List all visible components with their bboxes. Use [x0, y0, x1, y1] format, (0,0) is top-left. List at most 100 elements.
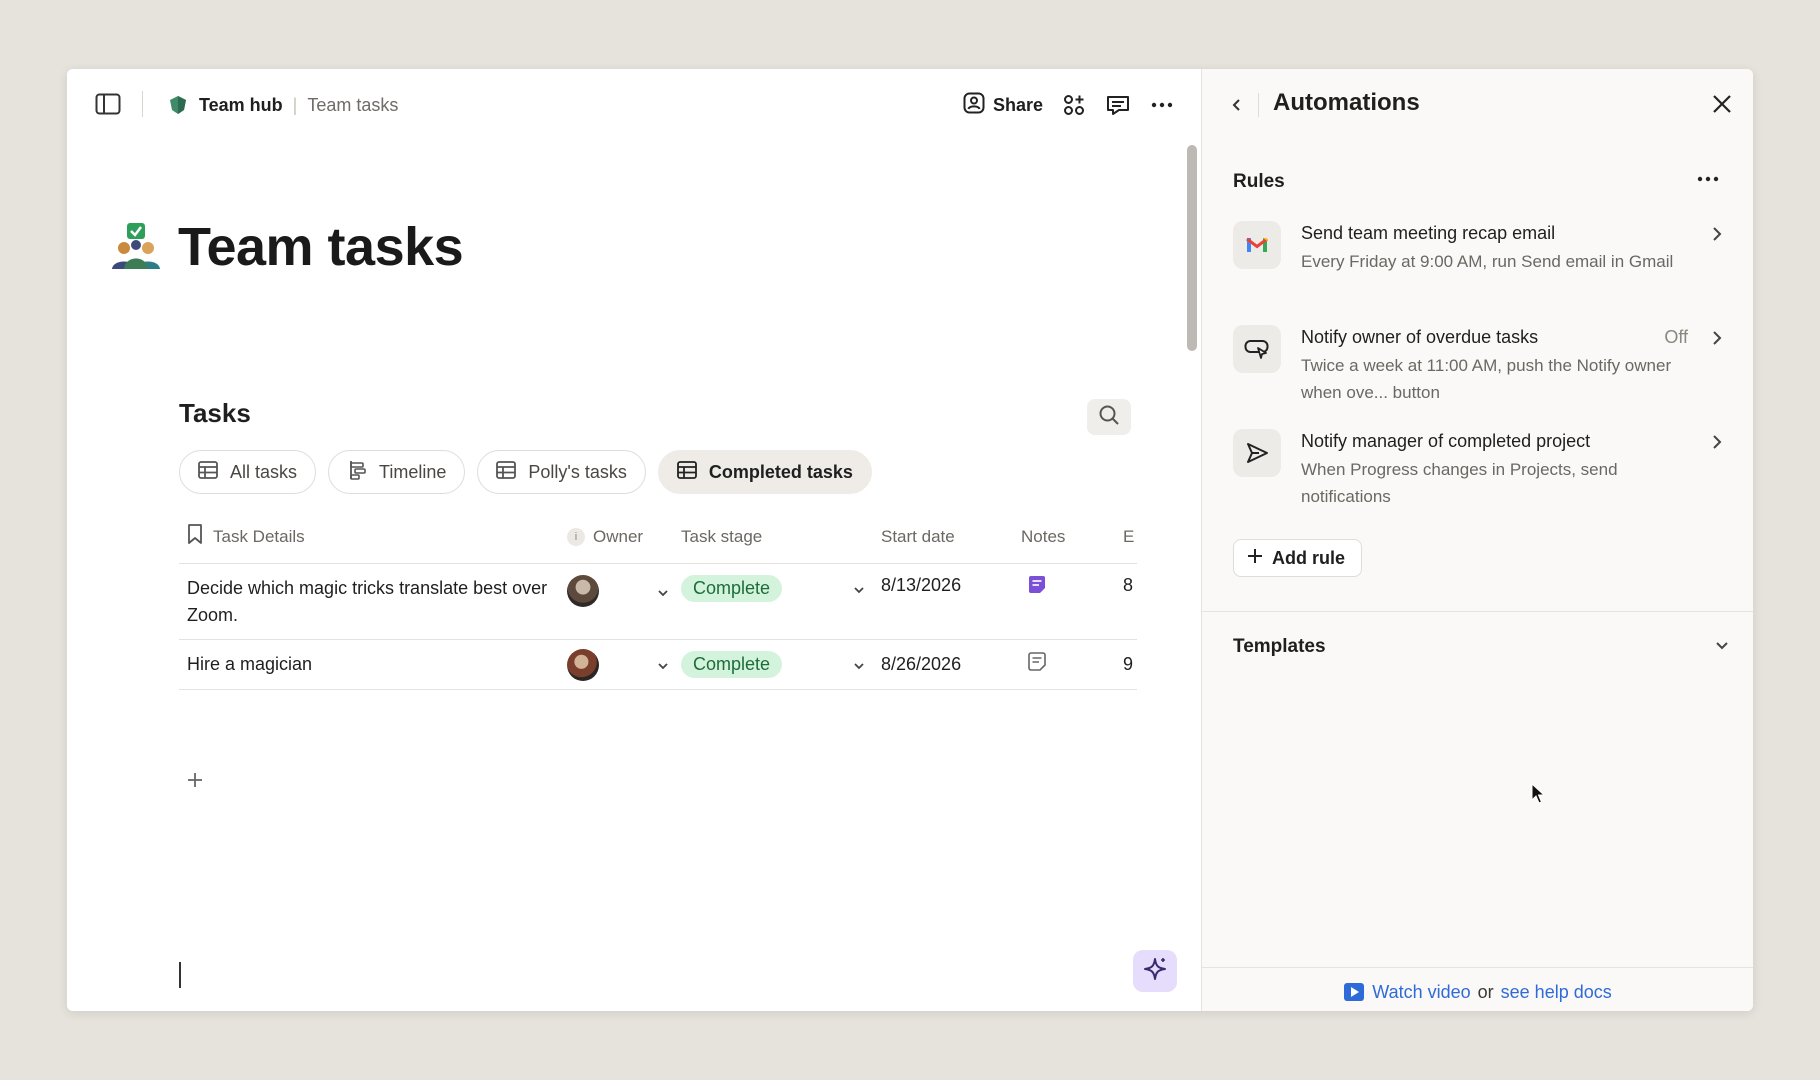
footer-or-text: or: [1477, 981, 1494, 1002]
sparkle-icon: [1142, 956, 1168, 987]
avatar: [567, 575, 599, 607]
add-rule-label: Add rule: [1272, 547, 1346, 568]
ai-assistant-button[interactable]: [1133, 950, 1177, 992]
rule-item[interactable]: Send team meeting recap email Every Frid…: [1233, 221, 1730, 275]
video-play-icon: [1343, 982, 1365, 1002]
table-icon: [496, 460, 517, 484]
chevron-down-icon[interactable]: [657, 654, 669, 675]
plus-icon: [1246, 547, 1264, 570]
rule-item[interactable]: Notify manager of completed project When…: [1233, 429, 1730, 510]
table-header: Task Details i Owner Task stage Start da…: [179, 510, 1137, 564]
status-badge: Complete: [681, 575, 783, 602]
topbar-divider: [142, 91, 143, 117]
breadcrumb-page[interactable]: Team tasks: [307, 95, 398, 116]
e-cell[interactable]: 8: [1123, 575, 1137, 596]
owner-cell[interactable]: [567, 648, 681, 681]
top-bar: Team hub | Team tasks Share: [67, 69, 1201, 141]
comments-icon[interactable]: [1105, 92, 1131, 118]
close-icon[interactable]: [1709, 91, 1735, 117]
share-label: Share: [992, 94, 1043, 115]
column-label: Notes: [1021, 526, 1066, 546]
watch-video-link[interactable]: Watch video: [1372, 982, 1470, 1003]
rule-status-badge: Off: [1664, 327, 1688, 347]
tab-timeline[interactable]: Timeline: [328, 450, 466, 494]
column-header-e[interactable]: E: [1123, 527, 1137, 547]
help-docs-link[interactable]: see help docs: [1501, 982, 1612, 1003]
tasks-table: Task Details i Owner Task stage Start da…: [179, 510, 1137, 690]
page-header: Team tasks: [110, 216, 464, 278]
top-actions: Share: [963, 87, 1175, 123]
gmail-icon: [1233, 221, 1281, 269]
owner-cell[interactable]: [567, 575, 681, 607]
add-row-plus-icon[interactable]: [185, 770, 205, 790]
avatar: [567, 648, 599, 681]
task-stage-cell[interactable]: Complete: [681, 575, 881, 602]
tab-label: Timeline: [379, 461, 447, 482]
header-divider: [1258, 93, 1259, 117]
tab-pollys-tasks[interactable]: Polly's tasks: [477, 450, 646, 494]
timeline-icon: [347, 460, 367, 485]
chevron-down-icon: [1714, 638, 1730, 656]
task-details-cell[interactable]: Decide which magic tricks translate best…: [179, 575, 567, 629]
info-icon: i: [567, 527, 585, 546]
share-person-icon: [963, 92, 985, 119]
breadcrumb-hub[interactable]: Team hub: [199, 95, 283, 116]
start-date-cell[interactable]: 8/13/2026: [881, 575, 1021, 596]
rule-title: Send team meeting recap email: [1301, 223, 1556, 243]
section-divider: [1202, 611, 1753, 612]
column-header-start-date[interactable]: Start date: [881, 527, 1021, 547]
breadcrumb-divider: |: [292, 94, 298, 115]
chevron-down-icon[interactable]: [657, 581, 669, 602]
table-row[interactable]: Hire a magician Complete 8/26/2026 9: [179, 640, 1137, 690]
notes-empty-icon[interactable]: [1027, 652, 1047, 676]
team-emoji-icon: [110, 221, 162, 273]
chevron-right-icon[interactable]: [1708, 329, 1726, 347]
rule-body: Notify manager of completed project When…: [1301, 429, 1681, 510]
table-row[interactable]: Decide which magic tricks translate best…: [179, 564, 1137, 640]
rule-body: Notify owner of overdue tasks Twice a we…: [1301, 325, 1681, 406]
chevron-left-icon[interactable]: [1226, 93, 1248, 117]
scrollbar[interactable]: [1187, 145, 1197, 351]
more-options-icon[interactable]: [1149, 92, 1175, 118]
e-cell[interactable]: 9: [1123, 654, 1137, 675]
tab-completed-tasks[interactable]: Completed tasks: [657, 450, 872, 494]
table-icon: [198, 460, 218, 484]
table-search-button[interactable]: [1087, 399, 1131, 435]
panel-header: Automations: [1202, 69, 1753, 141]
chevron-down-icon[interactable]: [853, 578, 865, 599]
rules-heading: Rules: [1233, 171, 1285, 192]
share-button[interactable]: Share: [963, 92, 1043, 119]
chevron-right-icon[interactable]: [1708, 225, 1726, 243]
task-stage-cell[interactable]: Complete: [681, 651, 881, 678]
table-icon: [676, 460, 697, 484]
rule-title: Notify manager of completed project: [1301, 431, 1591, 451]
column-label: Start date: [881, 526, 955, 546]
rules-more-icon[interactable]: [1697, 169, 1723, 189]
send-icon: [1233, 429, 1281, 477]
notes-filled-icon[interactable]: [1027, 576, 1047, 599]
rule-description: Every Friday at 9:00 AM, run Send email …: [1301, 252, 1674, 271]
add-rule-button[interactable]: Add rule: [1233, 539, 1363, 577]
column-header-task-stage[interactable]: Task stage: [681, 527, 881, 547]
column-label: Task stage: [681, 526, 763, 546]
task-details-cell[interactable]: Hire a magician: [179, 651, 567, 678]
page-title: Team tasks: [178, 217, 464, 277]
notes-cell[interactable]: [1021, 652, 1123, 677]
column-label: E: [1123, 526, 1135, 546]
templates-section-toggle[interactable]: Templates: [1233, 632, 1730, 662]
rule-item[interactable]: Notify owner of overdue tasks Twice a we…: [1233, 325, 1730, 406]
tab-all-tasks[interactable]: All tasks: [179, 450, 317, 494]
automations-panel: Automations Rules Send team meeting reca…: [1201, 69, 1753, 1011]
column-header-owner[interactable]: i Owner: [567, 527, 681, 547]
app-window: Team hub | Team tasks Share Team tasks T…: [67, 69, 1753, 1011]
integrations-icon[interactable]: [1061, 92, 1087, 118]
document-area: Team hub | Team tasks Share Team tasks T…: [67, 69, 1201, 1011]
column-header-task-details[interactable]: Task Details: [179, 523, 567, 550]
notes-cell[interactable]: [1021, 575, 1123, 600]
chevron-right-icon[interactable]: [1708, 433, 1726, 451]
column-header-notes[interactable]: Notes: [1021, 527, 1123, 547]
tab-label: Completed tasks: [708, 461, 853, 482]
chevron-down-icon[interactable]: [853, 654, 865, 675]
sidebar-toggle-icon[interactable]: [95, 93, 121, 115]
start-date-cell[interactable]: 8/26/2026: [881, 654, 1021, 675]
